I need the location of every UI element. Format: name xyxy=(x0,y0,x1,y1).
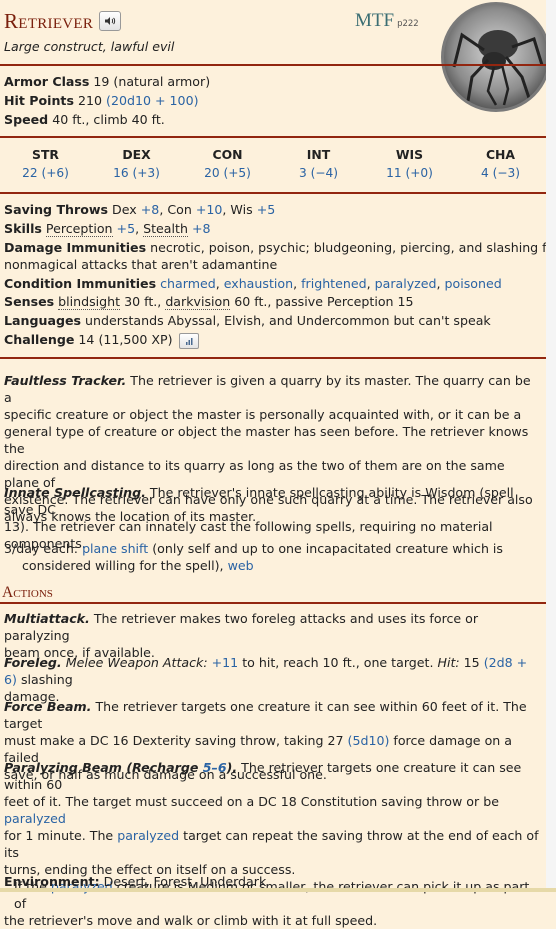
creature-token-image[interactable] xyxy=(441,2,551,112)
ability-roll[interactable]: 22 (+6) xyxy=(0,166,91,180)
retriever-illustration-icon xyxy=(452,30,544,106)
senses-line: Senses blindsight 30 ft., darkvision 60 … xyxy=(4,294,414,310)
source-citation[interactable]: MTF p222 xyxy=(355,10,419,32)
ability-wis: WIS 11 (+0) xyxy=(364,147,455,180)
condition-link[interactable]: paralyzed xyxy=(375,276,437,291)
skill-perception[interactable]: Perception xyxy=(45,221,113,237)
ability-roll[interactable]: 20 (+5) xyxy=(182,166,273,180)
condition-link[interactable]: paralyzed xyxy=(4,811,66,826)
hit-points-line: Hit Points 210 (20d10 + 100) xyxy=(4,93,199,108)
ability-con: CON 20 (+5) xyxy=(182,147,273,180)
skill-roll[interactable]: +8 xyxy=(192,221,211,236)
condition-link[interactable]: paralyzed xyxy=(117,828,179,843)
attack-roll[interactable]: +11 xyxy=(212,655,239,670)
ability-cha: CHA 4 (−3) xyxy=(455,147,546,180)
save-roll[interactable]: +8 xyxy=(141,202,160,217)
languages-line: Languages understands Abyssal, Elvish, a… xyxy=(4,313,491,328)
skills-line: Skills Perception +5, Stealth +8 xyxy=(4,221,211,237)
scrollbar[interactable] xyxy=(546,0,556,892)
hp-dice-roll[interactable]: (20d10 + 100) xyxy=(106,93,198,108)
armor-class-line: Armor Class 19 (natural armor) xyxy=(4,74,211,89)
ability-int: INT 3 (−4) xyxy=(273,147,364,180)
divider xyxy=(0,136,546,138)
save-roll[interactable]: +10 xyxy=(196,202,223,217)
ability-roll[interactable]: 4 (−3) xyxy=(455,166,546,180)
condition-link[interactable]: exhaustion xyxy=(224,276,293,291)
condition-link[interactable]: charmed xyxy=(160,276,216,291)
divider xyxy=(0,357,546,359)
name-row: Retriever xyxy=(4,8,122,34)
source-abbr[interactable]: MTF xyxy=(355,10,394,32)
skill-stealth[interactable]: Stealth xyxy=(143,221,188,237)
spell-link-web[interactable]: web xyxy=(228,558,254,573)
spell-list: 3/day each: plane shift (only self and u… xyxy=(4,541,503,573)
damage-immunities-cont: nonmagical attacks that aren't adamantin… xyxy=(4,257,278,272)
ability-str: STR 22 (+6) xyxy=(0,147,91,180)
saving-throws-line: Saving Throws Dex +8, Con +10, Wis +5 xyxy=(4,202,276,217)
divider xyxy=(0,602,546,604)
statblock: Retriever MTF p222 Large construct, lawf… xyxy=(0,0,556,928)
challenge-line: Challenge 14 (11,500 XP) xyxy=(4,332,199,349)
condition-immunities-line: Condition Immunities charmed, exhaustion… xyxy=(4,276,502,291)
skill-roll[interactable]: +5 xyxy=(117,221,136,236)
ability-roll[interactable]: 16 (+3) xyxy=(91,166,182,180)
condition-link[interactable]: frightened xyxy=(301,276,367,291)
size-type-alignment: Large construct, lawful evil xyxy=(4,39,175,54)
ability-dex: DEX 16 (+3) xyxy=(91,147,182,180)
pronounce-button[interactable] xyxy=(99,11,122,31)
action-paralyzing-beam: Paralyzing Beam (Recharge 5–6). The retr… xyxy=(4,760,539,928)
recharge-roll[interactable]: 5–6 xyxy=(203,760,227,775)
save-roll[interactable]: +5 xyxy=(257,202,276,217)
sense-darkvision[interactable]: darkvision xyxy=(165,294,231,310)
sense-blindsight[interactable]: blindsight xyxy=(58,294,121,310)
encounter-difficulty-button[interactable] xyxy=(178,332,199,349)
divider xyxy=(0,64,546,66)
speaker-icon xyxy=(105,17,116,25)
ability-roll[interactable]: 11 (+0) xyxy=(364,166,455,180)
damage-roll[interactable]: (5d10) xyxy=(348,733,390,748)
damage-immunities-line: Damage Immunities necrotic, poison, psyc… xyxy=(4,240,556,255)
bottom-border xyxy=(0,888,556,892)
ability-roll[interactable]: 3 (−4) xyxy=(273,166,364,180)
ability-scores: STR 22 (+6) DEX 16 (+3) CON 20 (+5) INT … xyxy=(0,147,546,180)
spell-link-plane-shift[interactable]: plane shift xyxy=(82,541,148,556)
creature-name: Retriever xyxy=(4,8,94,33)
bar-chart-icon xyxy=(185,337,193,345)
actions-heading: Actions xyxy=(2,584,53,601)
condition-link[interactable]: poisoned xyxy=(445,276,502,291)
divider xyxy=(0,192,546,194)
environment-line: Environment: Desert, Forest, Underdark xyxy=(4,874,267,889)
speed-line: Speed 40 ft., climb 40 ft. xyxy=(4,112,165,127)
source-page: p222 xyxy=(397,19,419,29)
